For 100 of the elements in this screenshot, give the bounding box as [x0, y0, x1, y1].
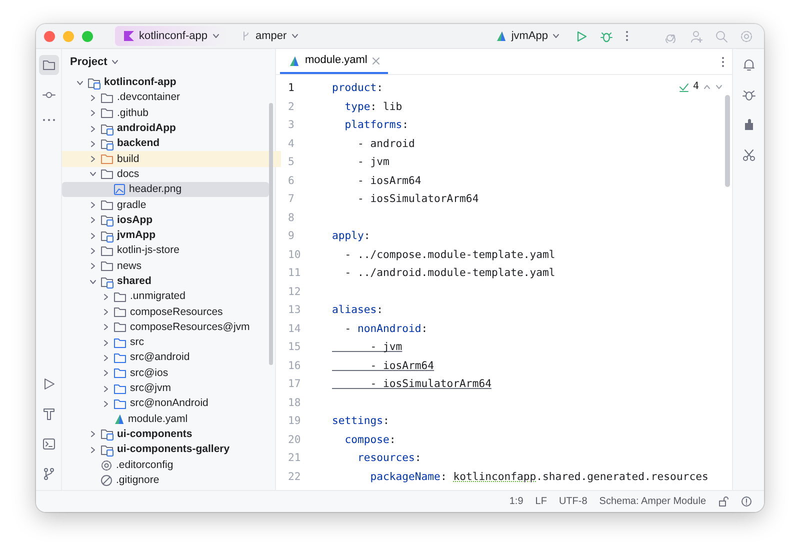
folder-icon [100, 198, 114, 212]
tree-item[interactable]: iosApp [62, 212, 269, 228]
folder-icon [113, 336, 127, 350]
code-line: resources: [356, 451, 422, 466]
more-vertical-icon [625, 30, 629, 42]
add-user-icon [690, 30, 703, 42]
tree-item[interactable]: docs [62, 166, 269, 182]
chevron-icon [212, 32, 220, 40]
terminal-icon [42, 437, 56, 451]
code-line: settings: [332, 414, 390, 429]
tree-item[interactable]: androidApp [62, 120, 269, 136]
tree-item[interactable]: src@nonAndroid [62, 396, 269, 412]
run-icon [42, 377, 56, 391]
tree-item[interactable]: src@jvm [62, 380, 269, 396]
module-folder-icon [100, 442, 114, 457]
code-line: - iosArm64 [356, 174, 422, 188]
module-folder-icon [100, 274, 114, 288]
folder-icon [100, 106, 114, 120]
tree-item[interactable]: kotlin-js-store [62, 243, 269, 259]
folder-icon [113, 320, 127, 334]
code-line: platforms: [344, 118, 409, 133]
tree-item[interactable]: src@android [62, 350, 269, 366]
tree-item[interactable]: news [62, 258, 269, 274]
code-line: - ../android.module-template.yaml [344, 266, 556, 281]
window-zoom-button[interactable] [82, 30, 93, 42]
scissors-icon [742, 148, 756, 162]
line-number: 9 [287, 229, 296, 244]
bell-icon [742, 58, 756, 72]
scrollbar-thumb[interactable] [269, 103, 273, 365]
tree-item[interactable]: composeResources [62, 304, 269, 320]
tree-item[interactable]: ui-components-gallery [62, 442, 269, 458]
tree-item[interactable]: .devcontainer [62, 90, 269, 106]
line-number: 21 [287, 451, 302, 466]
folder-icon [113, 290, 127, 304]
tree-item[interactable]: .gitignore [62, 472, 269, 488]
folder-icon [100, 152, 114, 166]
check-icon [678, 82, 689, 92]
tree-item[interactable]: src [62, 335, 269, 350]
code-line: product: [332, 81, 384, 96]
tree-item[interactable]: ui-components [62, 426, 269, 442]
folder-icon [113, 305, 127, 320]
more-horizontal-icon [42, 118, 56, 122]
editor-tab[interactable]: module.yaml [280, 49, 388, 74]
info-icon[interactable] [741, 496, 752, 507]
folder-icon [113, 366, 127, 380]
line-number: 20 [287, 432, 302, 448]
run-configuration-widget[interactable]: jvmApp [489, 26, 566, 46]
tree-item[interactable]: build [62, 151, 281, 167]
project-tool-button[interactable] [38, 55, 58, 75]
branch-widget[interactable]: amper [234, 26, 305, 46]
chevron-icon [290, 32, 299, 40]
kotlin-logo-icon [123, 30, 135, 42]
ignore-file-icon [100, 474, 113, 487]
tree-item[interactable]: backend [62, 136, 269, 152]
tree-item[interactable]: gradle [62, 197, 269, 213]
tree-item[interactable]: .unmigrated [62, 289, 269, 304]
line-number: 18 [287, 396, 302, 410]
tree-item[interactable]: kotlinconf-app [62, 75, 269, 90]
line-number: 22 [287, 470, 302, 484]
line-number: 15 [287, 340, 302, 355]
tree-item[interactable]: shared [62, 274, 269, 290]
line-number: 3 [287, 118, 296, 133]
line-number: 12 [287, 284, 302, 300]
tree-item[interactable]: composeResources@jvm [62, 320, 269, 336]
code-line: - jvm [369, 340, 402, 355]
scrollbar-thumb[interactable] [725, 95, 730, 187]
tree-item[interactable]: jvmApp [62, 228, 269, 244]
caret-position[interactable]: 1:9 [509, 494, 524, 509]
tree-item[interactable]: src@ios [62, 366, 269, 381]
module-folder-icon [100, 213, 114, 228]
bug-icon [600, 30, 613, 42]
yaml-file-icon [113, 413, 125, 426]
window-close-button[interactable] [44, 30, 55, 42]
folder-icon [113, 396, 127, 411]
line-number: 10 [287, 248, 302, 262]
line-number: 5 [287, 155, 296, 170]
tree-item[interactable]: .github [62, 106, 269, 121]
line-number: 13 [287, 303, 302, 318]
tree-item[interactable]: module.yaml [62, 412, 269, 427]
tree-item[interactable]: header.png [62, 182, 269, 198]
file-encoding[interactable]: UTF-8 [558, 494, 588, 509]
yaml-file-icon [288, 54, 300, 66]
code-line: packageName: kotlinconfapp.shared.generated.resources [369, 470, 708, 484]
folder-icon [100, 244, 114, 258]
line-number: 16 [287, 358, 302, 374]
line-number: 6 [287, 174, 296, 188]
code-line: - iosSimulatorArm64 [356, 192, 479, 207]
settings-icon [740, 30, 753, 42]
line-number: 14 [287, 322, 302, 336]
line-number: 17 [287, 377, 302, 392]
lock-icon[interactable] [718, 496, 729, 507]
code-line: - iosArm64 [369, 358, 434, 374]
panel-title[interactable]: Project [70, 54, 108, 70]
line-number: 4 [287, 136, 296, 152]
module-folder-icon [100, 136, 114, 151]
chevron-icon [552, 32, 560, 40]
tree-item[interactable]: .editorconfig [62, 457, 269, 473]
close-icon[interactable] [372, 56, 380, 64]
line-separator[interactable]: LF [535, 494, 547, 509]
json-schema[interactable]: Schema: Amper Module [599, 494, 706, 509]
